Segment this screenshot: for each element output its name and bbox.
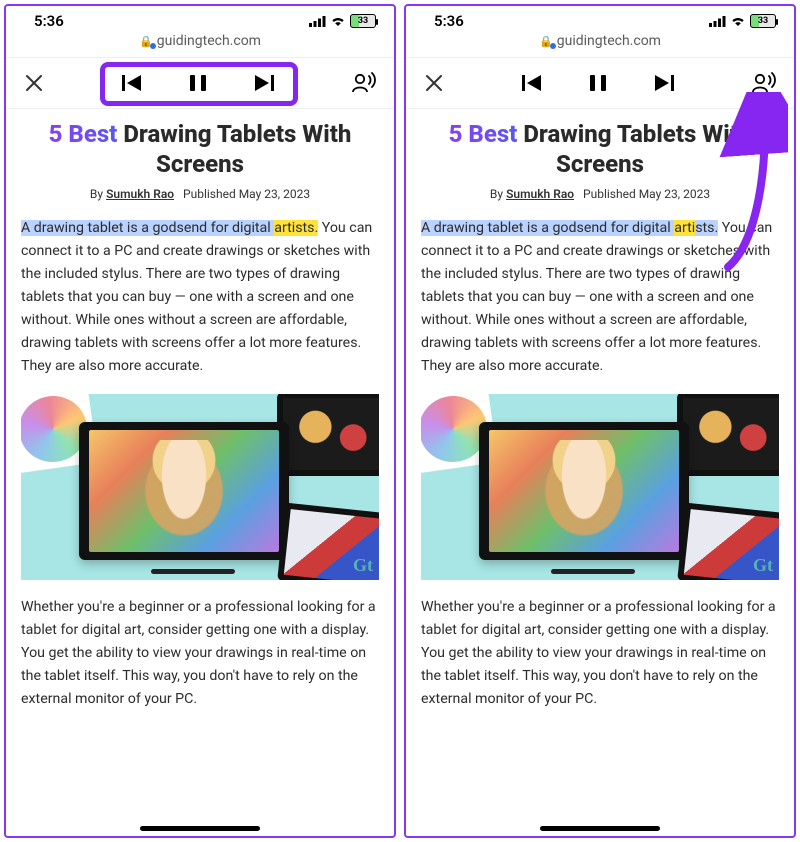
status-time: 5:36 (434, 12, 464, 30)
voice-icon (752, 72, 776, 94)
article-body[interactable]: 5 Best Drawing Tablets With Screens By S… (406, 109, 794, 836)
close-icon (424, 73, 444, 93)
title-rest: Drawing Tablets With Screens (523, 120, 751, 178)
cellular-icon (709, 16, 726, 27)
pub-date: May 23, 2023 (239, 187, 310, 201)
cellular-icon (309, 16, 326, 27)
by-prefix: By (90, 187, 106, 201)
speak-highlight: A drawing tablet is a godsend for digita… (21, 220, 274, 236)
hero-tablet-top-right (677, 394, 779, 476)
pause-button[interactable] (585, 69, 611, 97)
hero-image: Gt (421, 394, 779, 580)
status-bar: 5:36 33 (406, 6, 794, 31)
speak-highlight: A drawing tablet is a godsend for digita… (421, 220, 674, 236)
article-title: 5 Best Drawing Tablets With Screens (21, 119, 379, 179)
title-gradient: 5 Best (449, 120, 518, 148)
article-title: 5 Best Drawing Tablets With Screens (421, 119, 779, 179)
playback-controls (117, 69, 279, 97)
by-prefix: By (490, 187, 506, 201)
pause-button[interactable] (185, 69, 211, 97)
author-link[interactable]: Sumukh Rao (506, 187, 574, 201)
voice-icon (352, 72, 376, 94)
title-gradient: 5 Best (49, 120, 118, 148)
hero-tablet-screen (489, 430, 679, 552)
skip-back-icon (521, 73, 543, 93)
hero-tablet-main (479, 422, 689, 560)
skip-forward-button[interactable] (649, 69, 679, 97)
phone-right: 5:36 33 🔒 guidingtech.com (404, 4, 796, 838)
pause-icon (189, 73, 207, 93)
lock-icon: 🔒 (539, 35, 553, 48)
battery-pct: 33 (758, 16, 768, 26)
status-time: 5:36 (34, 12, 64, 30)
hero-tablet-main (79, 422, 289, 560)
paragraph-1: A drawing tablet is a godsend for digita… (421, 217, 779, 378)
skip-forward-icon (653, 73, 675, 93)
hero-stylus (551, 569, 635, 574)
speak-highlight-tail: sts. (695, 220, 718, 236)
pub-date: May 23, 2023 (639, 187, 710, 201)
hero-stylus (151, 569, 235, 574)
url-host: guidingtech.com (157, 33, 261, 49)
hero-watermark: Gt (353, 555, 373, 576)
url-bar[interactable]: 🔒 guidingtech.com (406, 31, 794, 57)
playback-controls (517, 69, 679, 97)
byline: By Sumukh Rao Published May 23, 2023 (21, 187, 379, 201)
voice-button[interactable] (348, 68, 380, 98)
reader-toolbar (406, 57, 794, 109)
speak-current-word: artists. (274, 220, 318, 236)
close-icon (24, 73, 44, 93)
home-indicator[interactable] (140, 826, 260, 831)
hero-image: Gt (21, 394, 379, 580)
hero-watermark: Gt (753, 555, 773, 576)
author-link[interactable]: Sumukh Rao (106, 187, 174, 201)
wifi-icon (730, 15, 746, 27)
status-right: 33 (709, 14, 776, 28)
reader-toolbar (6, 57, 394, 109)
article-body[interactable]: 5 Best Drawing Tablets With Screens By S… (6, 109, 394, 836)
status-bar: 5:36 33 (6, 6, 394, 31)
paragraph-2: Whether you're a beginner or a professio… (421, 596, 779, 711)
wifi-icon (330, 15, 346, 27)
close-button[interactable] (420, 69, 448, 97)
paragraph-1: A drawing tablet is a godsend for digita… (21, 217, 379, 378)
para1-rest: You can connect it to a PC and create dr… (21, 220, 372, 374)
title-rest: Drawing Tablets With Screens (123, 120, 351, 178)
pause-icon (589, 73, 607, 93)
hero-tablet-screen (89, 430, 279, 552)
skip-back-button[interactable] (117, 69, 147, 97)
skip-forward-button[interactable] (249, 69, 279, 97)
speak-current-word: arti (674, 220, 695, 236)
battery-pct: 33 (358, 16, 368, 26)
skip-forward-icon (253, 73, 275, 93)
home-indicator[interactable] (540, 826, 660, 831)
hero-tablet-top-right (277, 394, 379, 476)
skip-back-button[interactable] (517, 69, 547, 97)
skip-back-icon (121, 73, 143, 93)
status-right: 33 (309, 14, 376, 28)
paragraph-2: Whether you're a beginner or a professio… (21, 596, 379, 711)
voice-button[interactable] (748, 68, 780, 98)
url-bar[interactable]: 🔒 guidingtech.com (6, 31, 394, 57)
pub-prefix: Published (583, 187, 639, 201)
pub-prefix: Published (183, 187, 239, 201)
phone-left: 5:36 33 🔒 guidingtech.com (4, 4, 396, 838)
para1-rest: You can connect it to a PC and create dr… (421, 220, 772, 374)
lock-icon: 🔒 (139, 35, 153, 48)
byline: By Sumukh Rao Published May 23, 2023 (421, 187, 779, 201)
url-host: guidingtech.com (557, 33, 661, 49)
battery-icon: 33 (350, 14, 376, 28)
close-button[interactable] (20, 69, 48, 97)
battery-icon: 33 (750, 14, 776, 28)
